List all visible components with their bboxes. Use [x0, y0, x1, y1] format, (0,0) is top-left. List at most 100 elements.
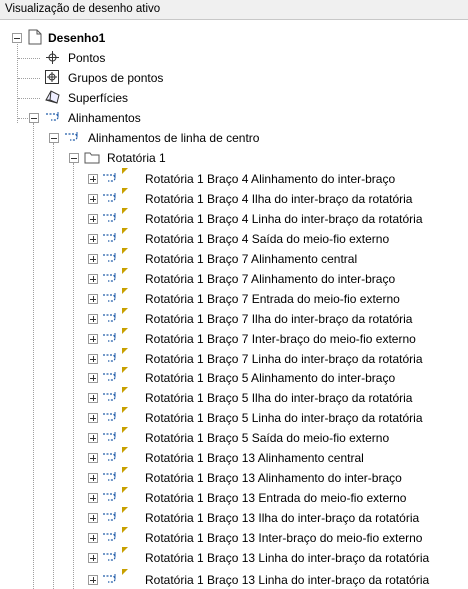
tree-item-alinhamentos-linha-de-centro[interactable]: Alinhamentos de linha de centro	[0, 129, 460, 147]
expand-toggle[interactable]	[88, 493, 98, 503]
panel-header: Visualização de desenho ativo	[0, 0, 468, 20]
collapse-toggle[interactable]	[12, 33, 22, 43]
expand-toggle[interactable]	[88, 194, 98, 204]
tree-label: Pontos	[68, 51, 106, 65]
expand-toggle[interactable]	[88, 473, 98, 483]
warning-flag-icon	[122, 228, 128, 234]
tree-item-superficies[interactable]: Superfícies	[0, 89, 460, 107]
expand-toggle[interactable]	[88, 513, 98, 523]
alignment-icon	[102, 332, 120, 347]
tree-item-alignment[interactable]: Rotatória 1 Braço 7 Inter-braço do meio-…	[0, 328, 460, 348]
tree-item-alignment[interactable]: Rotatória 1 Braço 7 Ilha do inter-braço …	[0, 308, 460, 328]
expand-toggle[interactable]	[88, 575, 98, 585]
tree-item-alignment[interactable]: Rotatória 1 Braço 13 Linha do inter-braç…	[0, 569, 460, 589]
tree-item-alignment[interactable]: Rotatória 1 Braço 13 Ilha do inter-braço…	[0, 507, 460, 527]
expand-toggle[interactable]	[88, 433, 98, 443]
tree-label: Rotatória 1 Braço 7 Inter-braço do meio-…	[145, 332, 416, 346]
tree-item-alignment[interactable]: Rotatória 1 Braço 13 Alinhamento central	[0, 447, 460, 467]
expand-toggle[interactable]	[88, 174, 98, 184]
warning-flag-icon	[122, 427, 128, 433]
tree-item-alignment[interactable]: Rotatória 1 Braço 7 Linha do inter-braço…	[0, 348, 460, 368]
tree-item-alignment[interactable]: Rotatória 1 Braço 7 Alinhamento central	[0, 248, 460, 268]
drawing-icon	[27, 29, 43, 48]
tree-label: Rotatória 1 Braço 13 Alinhamento central	[145, 451, 364, 465]
warning-flag-icon	[122, 547, 128, 553]
expand-toggle[interactable]	[88, 393, 98, 403]
collapse-toggle[interactable]	[29, 113, 39, 123]
alignment-icon	[102, 551, 120, 566]
warning-flag-icon	[122, 527, 128, 533]
tree-item-alignment[interactable]: Rotatória 1 Braço 5 Saída do meio-fio ex…	[0, 427, 460, 447]
tree-label: Superfícies	[68, 91, 129, 105]
tree-item-alignment[interactable]: Rotatória 1 Braço 13 Alinhamento do inte…	[0, 467, 460, 487]
tree-item-desenho[interactable]: Desenho1	[0, 29, 460, 47]
tree-label: Grupos de pontos	[68, 71, 164, 85]
tree-item-alignment[interactable]: Rotatória 1 Braço 7 Entrada do meio-fio …	[0, 288, 460, 308]
tree-item-alignment[interactable]: Rotatória 1 Braço 13 Linha do inter-braç…	[0, 547, 460, 567]
alignment-icon	[102, 431, 120, 446]
tree-item-alinhamentos[interactable]: Alinhamentos	[0, 109, 460, 127]
warning-flag-icon	[122, 348, 128, 354]
tree-label: Alinhamentos de linha de centro	[88, 131, 260, 145]
prospector-tree: Desenho1 Pontos Grupos de pontos Superfí…	[0, 21, 468, 589]
alignment-icon	[102, 172, 120, 187]
tree-item-rotatoria[interactable]: Rotatória 1	[0, 149, 460, 167]
tree-label: Rotatória 1 Braço 13 Inter-braço do meio…	[145, 531, 423, 545]
tree-item-alignment[interactable]: Rotatória 1 Braço 4 Alinhamento do inter…	[0, 168, 460, 188]
expand-toggle[interactable]	[88, 214, 98, 224]
expand-toggle[interactable]	[88, 413, 98, 423]
tree-item-alignment[interactable]: Rotatória 1 Braço 4 Linha do inter-braço…	[0, 208, 460, 228]
tree-label: Rotatória 1 Braço 7 Alinhamento do inter…	[145, 272, 396, 286]
tree-item-alignment[interactable]: Rotatória 1 Braço 13 Inter-braço do meio…	[0, 527, 460, 547]
warning-flag-icon	[122, 248, 128, 254]
alignment-icon	[102, 292, 120, 307]
warning-flag-icon	[122, 308, 128, 314]
tree-item-alignment[interactable]: Rotatória 1 Braço 5 Linha do inter-braço…	[0, 407, 460, 427]
alignment-icon	[102, 531, 120, 546]
warning-flag-icon	[122, 367, 128, 373]
tree-item-alignment[interactable]: Rotatória 1 Braço 5 Ilha do inter-braço …	[0, 387, 460, 407]
tree-item-alignment[interactable]: Rotatória 1 Braço 7 Alinhamento do inter…	[0, 268, 460, 288]
warning-flag-icon	[122, 188, 128, 194]
expand-toggle[interactable]	[88, 533, 98, 543]
expand-toggle[interactable]	[88, 254, 98, 264]
expand-toggle[interactable]	[88, 314, 98, 324]
alignment-icon	[102, 511, 120, 526]
tree-label: Desenho1	[48, 31, 106, 45]
tree-label: Rotatória 1 Braço 5 Ilha do inter-braço …	[145, 391, 413, 405]
expand-toggle[interactable]	[88, 354, 98, 364]
alignment-icon	[102, 371, 120, 386]
expand-toggle[interactable]	[88, 334, 98, 344]
tree-label: Rotatória 1 Braço 4 Linha do inter-braço…	[145, 212, 423, 226]
expand-toggle[interactable]	[88, 373, 98, 383]
alignment-icon	[102, 391, 120, 406]
tree-label: Rotatória 1 Braço 13 Linha do inter-braç…	[145, 573, 430, 587]
expand-toggle[interactable]	[88, 553, 98, 563]
tree-item-pontos[interactable]: Pontos	[0, 49, 460, 67]
warning-flag-icon	[122, 569, 128, 575]
tree-item-alignment[interactable]: Rotatória 1 Braço 13 Entrada do meio-fio…	[0, 487, 460, 507]
tree-item-alignment[interactable]: Rotatória 1 Braço 4 Saída do meio-fio ex…	[0, 228, 460, 248]
tree-label: Rotatória 1 Braço 4 Ilha do inter-braço …	[145, 192, 413, 206]
tree-item-alignment[interactable]: Rotatória 1 Braço 5 Alinhamento do inter…	[0, 367, 460, 387]
tree-item-grupos-de-pontos[interactable]: Grupos de pontos	[0, 69, 460, 87]
alignment-icon	[64, 131, 82, 146]
expand-toggle[interactable]	[88, 294, 98, 304]
tree-label: Rotatória 1 Braço 13 Alinhamento do inte…	[145, 471, 402, 485]
warning-flag-icon	[122, 268, 128, 274]
warning-flag-icon	[122, 507, 128, 513]
tree-item-alignment[interactable]: Rotatória 1 Braço 4 Ilha do inter-braço …	[0, 188, 460, 208]
tree-label: Rotatória 1 Braço 7 Ilha do inter-braço …	[145, 312, 413, 326]
alignment-icon	[102, 573, 120, 588]
warning-flag-icon	[122, 328, 128, 334]
panel-title: Visualização de desenho ativo	[5, 3, 161, 15]
expand-toggle[interactable]	[88, 274, 98, 284]
tree-label: Rotatória 1 Braço 13 Entrada do meio-fio…	[145, 491, 407, 505]
collapse-toggle[interactable]	[69, 153, 79, 163]
expand-toggle[interactable]	[88, 234, 98, 244]
collapse-toggle[interactable]	[49, 133, 59, 143]
warning-flag-icon	[122, 447, 128, 453]
expand-toggle[interactable]	[88, 453, 98, 463]
alignment-icon	[102, 491, 120, 506]
tree-label: Rotatória 1 Braço 4 Saída do meio-fio ex…	[145, 232, 390, 246]
